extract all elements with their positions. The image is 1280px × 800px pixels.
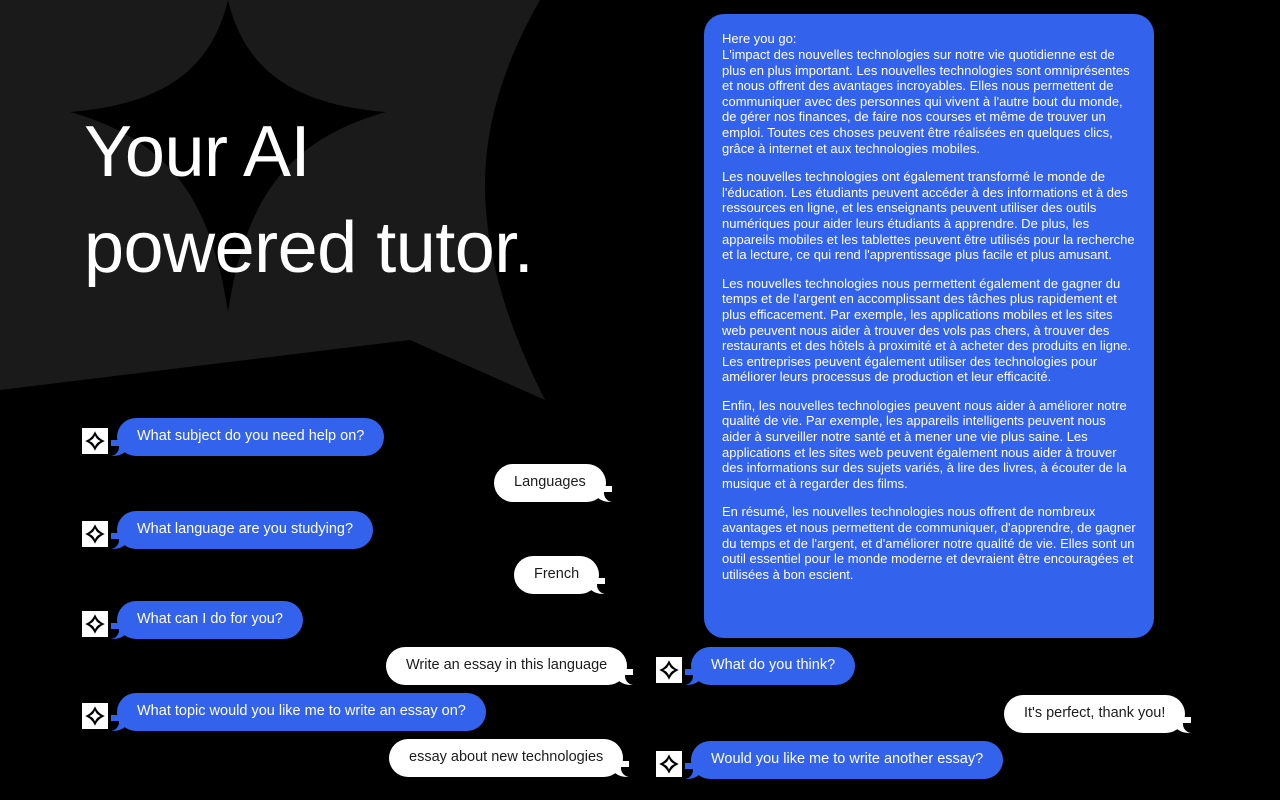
chat-message-bot[interactable]: What subject do you need help on? — [82, 418, 385, 456]
chat-message-bot[interactable]: What topic would you like me to write an… — [82, 693, 486, 731]
bubble-text: What topic would you like me to write an… — [110, 693, 486, 731]
bubble-text: French — [514, 556, 607, 594]
hero-line-2: powered tutor. — [84, 208, 534, 288]
lower-black-wedge — [0, 340, 545, 400]
bubble-text: Write an essay in this language — [386, 647, 635, 685]
bubble-text: What language are you studying? — [109, 511, 374, 549]
chat-message-bot[interactable]: What can I do for you? — [82, 601, 303, 639]
hero-headline: Your AI powered tutor. — [84, 104, 644, 296]
sparkle-star-icon — [82, 611, 108, 637]
sparkle-star-icon — [82, 521, 108, 547]
sparkle-star-icon — [656, 751, 682, 777]
essay-paragraph: L'impact des nouvelles technologies sur … — [722, 47, 1130, 156]
hero-line-1: Your AI — [84, 112, 311, 192]
bubble-text: Would you like me to write another essay… — [683, 741, 1004, 779]
chat-message-bot[interactable]: Would you like me to write another essay… — [656, 741, 1004, 779]
chat-message-bot[interactable]: What do you think? — [656, 647, 856, 685]
bubble-text: It's perfect, thank you! — [1004, 695, 1193, 733]
essay-paragraph: Enfin, les nouvelles technologies peuven… — [722, 397, 1127, 491]
sparkle-star-icon — [656, 657, 682, 683]
chat-message-bot[interactable]: What language are you studying? — [82, 511, 374, 549]
chat-message-user[interactable]: French — [514, 556, 607, 594]
chat-message-user[interactable]: Write an essay in this language — [386, 647, 635, 685]
essay-lead: Here you go: — [722, 31, 797, 46]
chat-message-user[interactable]: essay about new technologies — [389, 739, 631, 777]
chat-message-user[interactable]: Languages — [494, 464, 613, 502]
bubble-text: essay about new technologies — [389, 739, 631, 777]
chat-message-user[interactable]: It's perfect, thank you! — [1004, 695, 1193, 733]
essay-paragraph: Les nouvelles technologies nous permette… — [722, 275, 1132, 385]
essay-paragraph: Les nouvelles technologies ont également… — [722, 169, 1135, 263]
sparkle-star-icon — [82, 428, 108, 454]
sparkle-star-icon — [82, 703, 108, 729]
bubble-text: What do you think? — [683, 647, 856, 685]
bubble-text: What can I do for you? — [110, 601, 303, 639]
essay-paragraph: En résumé, les nouvelles technologies no… — [722, 504, 1136, 582]
bubble-text: Languages — [494, 464, 613, 502]
bubble-text: What subject do you need help on? — [109, 418, 385, 456]
essay-response-panel[interactable]: Here you go: L'impact des nouvelles tech… — [704, 14, 1154, 638]
